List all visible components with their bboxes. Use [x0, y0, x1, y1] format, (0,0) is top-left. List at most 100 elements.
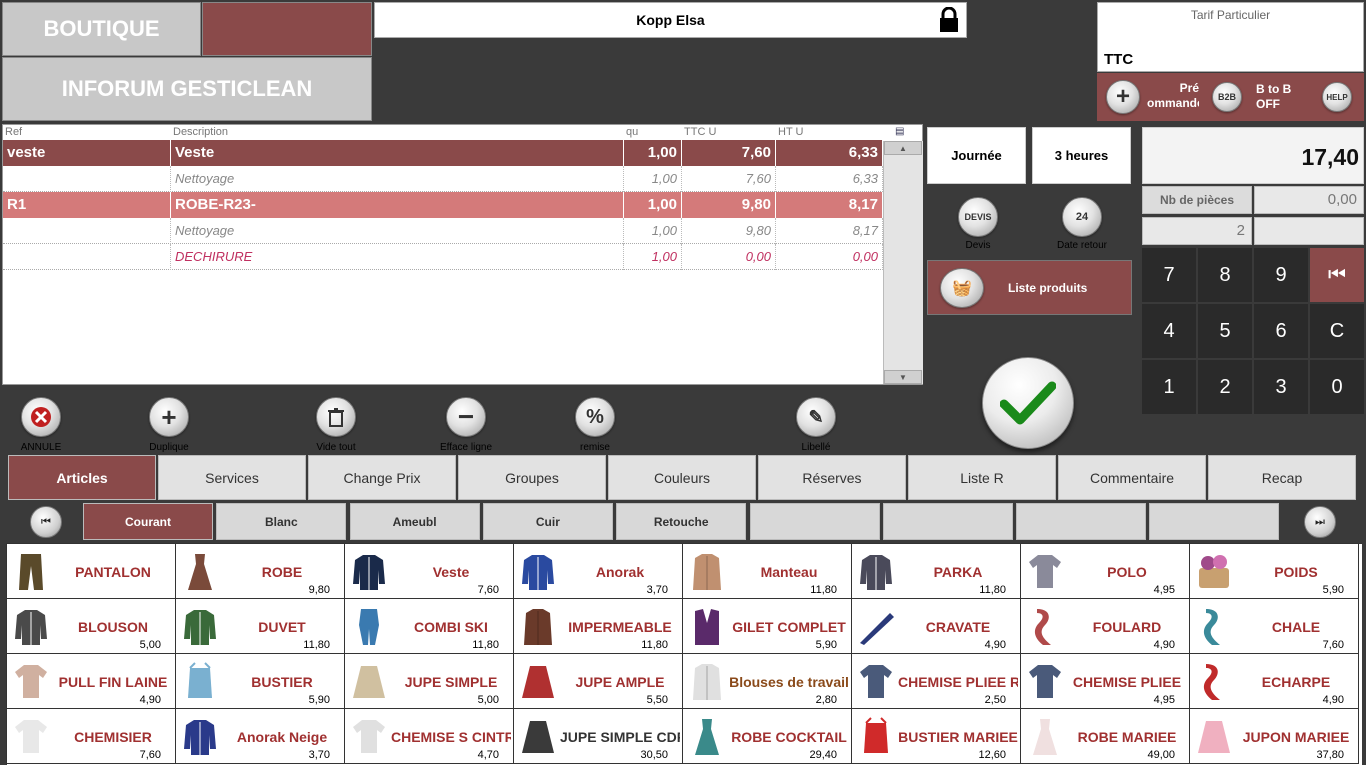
product-tile[interactable]: JUPE SIMPLE 5,00 [345, 654, 514, 709]
company-button[interactable]: INFORUM GESTICLEAN [2, 57, 372, 121]
tab-commentaire[interactable]: Commentaire [1058, 455, 1206, 500]
product-tile[interactable]: POIDS 5,90 [1190, 544, 1359, 599]
product-tile[interactable]: CHEMISE S CINTRE 4,70 [345, 709, 514, 764]
tarif-panel[interactable]: Tarif Particulier TTC [1097, 2, 1364, 72]
journee-button[interactable]: Journée [927, 127, 1026, 184]
tab-services[interactable]: Services [158, 455, 306, 500]
subtab-empty-6[interactable] [882, 503, 1013, 540]
pre-commande-label[interactable]: Pré ommande [1147, 81, 1199, 111]
order-row[interactable]: R1 ROBE-R23- 1,00 9,80 8,17 [3, 192, 883, 218]
help-icon[interactable]: HELP [1322, 82, 1352, 112]
key-9[interactable]: 9 [1254, 248, 1308, 302]
last-page-icon[interactable]: ⏭ [1304, 506, 1336, 538]
subtab-empty-5[interactable] [749, 503, 880, 540]
key-6[interactable]: 6 [1254, 304, 1308, 358]
product-tile[interactable]: BUSTIER 5,90 [176, 654, 345, 709]
annule-icon[interactable] [21, 397, 61, 437]
product-tile[interactable]: Blouses de travail 2,80 [683, 654, 852, 709]
subtab-ameubl[interactable]: Ameubl [349, 503, 480, 540]
product-tile[interactable]: CHEMISIER 7,60 [7, 709, 176, 764]
product-tile[interactable]: IMPERMEABLE 11,80 [514, 599, 683, 654]
tab-recap[interactable]: Recap [1208, 455, 1356, 500]
product-tile[interactable]: JUPON MARIEE 37,80 [1190, 709, 1359, 764]
key-1[interactable]: 1 [1142, 360, 1196, 414]
tab-groupes[interactable]: Groupes [458, 455, 606, 500]
product-tile[interactable]: ROBE COCKTAIL 29,40 [683, 709, 852, 764]
scroll-down-icon[interactable]: ▼ [884, 370, 922, 384]
product-tile[interactable]: JUPE SIMPLE CDF 30,50 [514, 709, 683, 764]
order-row[interactable]: DECHIRURE 1,00 0,00 0,00 [3, 244, 883, 270]
tab-liste-r[interactable]: Liste R [908, 455, 1056, 500]
product-tile[interactable]: JUPE AMPLE 5,50 [514, 654, 683, 709]
calendar-icon[interactable]: 24 [1062, 197, 1102, 237]
company-label: INFORUM GESTICLEAN [61, 76, 313, 101]
order-row[interactable]: Nettoyage 1,00 7,60 6,33 [3, 166, 883, 192]
product-tile[interactable]: FOULARD 4,90 [1021, 599, 1190, 654]
product-tile[interactable]: DUVET 11,80 [176, 599, 345, 654]
product-tile[interactable]: COMBI SKI 11,80 [345, 599, 514, 654]
nb-pieces-value[interactable]: 0,00 [1254, 186, 1364, 214]
percent-icon[interactable]: % [575, 397, 615, 437]
product-tile[interactable]: CHEMISE PLIEE 4,95 [1021, 654, 1190, 709]
tab-change-prix[interactable]: Change Prix [308, 455, 456, 500]
product-tile[interactable]: BLOUSON 5,00 [7, 599, 176, 654]
scroll-up-icon[interactable]: ▲ [884, 141, 922, 155]
devis-icon[interactable]: DEVIS [958, 197, 998, 237]
subtab-retouche[interactable]: Retouche [616, 503, 747, 540]
tab-r-serves[interactable]: Réserves [758, 455, 906, 500]
product-tile[interactable]: BUSTIER MARIEE 12,60 [852, 709, 1021, 764]
liste-produits-button[interactable]: 🧺 Liste produits [927, 260, 1132, 315]
client-name-field[interactable]: Kopp Elsa [374, 2, 967, 38]
product-tile[interactable]: CHALE 7,60 [1190, 599, 1359, 654]
product-tile[interactable]: GILET COMPLET 5,90 [683, 599, 852, 654]
row-ttc: 7,60 [682, 140, 776, 166]
validate-button[interactable] [982, 357, 1074, 449]
product-tile[interactable]: CHEMISE PLIEE RS 2,50 [852, 654, 1021, 709]
subtab-cuir[interactable]: Cuir [482, 503, 613, 540]
lock-icon[interactable] [938, 6, 960, 33]
product-tile[interactable]: PARKA 11,80 [852, 544, 1021, 599]
backspace-key[interactable]: ⏮ [1310, 248, 1364, 302]
subtab-courant[interactable]: Courant [83, 503, 213, 540]
product-tile[interactable]: Anorak 3,70 [514, 544, 683, 599]
key-5[interactable]: 5 [1198, 304, 1252, 358]
trash-icon[interactable] [316, 397, 356, 437]
subtab-empty-8[interactable] [1149, 503, 1280, 540]
plus-icon[interactable]: + [1106, 80, 1140, 114]
b2b-icon[interactable]: B2B [1212, 82, 1242, 112]
key-8[interactable]: 8 [1198, 248, 1252, 302]
product-tile[interactable]: POLO 4,95 [1021, 544, 1190, 599]
key-0[interactable]: 0 [1310, 360, 1364, 414]
key-3[interactable]: 3 [1254, 360, 1308, 414]
product-tile[interactable]: Veste 7,60 [345, 544, 514, 599]
order-row[interactable]: Nettoyage 1,00 9,80 8,17 [3, 218, 883, 244]
product-tile[interactable]: ECHARPE 4,90 [1190, 654, 1359, 709]
minus-icon[interactable]: − [446, 397, 486, 437]
boutique-button[interactable]: BOUTIQUE [2, 2, 201, 56]
subtab-blanc[interactable]: Blanc [216, 503, 347, 540]
product-tile[interactable]: ROBE MARIEE 49,00 [1021, 709, 1190, 764]
secondary-input[interactable] [1254, 217, 1364, 245]
subtab-empty-7[interactable] [1016, 503, 1147, 540]
grid-options-icon[interactable]: ▤ [895, 126, 909, 139]
quantity-input[interactable]: 2 [1142, 217, 1252, 245]
b2b-label[interactable]: B to B OFF [1256, 82, 1291, 112]
product-tile[interactable]: Anorak Neige 3,70 [176, 709, 345, 764]
duplique-icon[interactable]: + [149, 397, 189, 437]
key-C[interactable]: C [1310, 304, 1364, 358]
key-2[interactable]: 2 [1198, 360, 1252, 414]
trois-heures-button[interactable]: 3 heures [1032, 127, 1131, 184]
product-tile[interactable]: ROBE 9,80 [176, 544, 345, 599]
product-tile[interactable]: PULL FIN LAINE 4,90 [7, 654, 176, 709]
tab-couleurs[interactable]: Couleurs [608, 455, 756, 500]
key-4[interactable]: 4 [1142, 304, 1196, 358]
product-tile[interactable]: CRAVATE 4,90 [852, 599, 1021, 654]
product-tile[interactable]: Manteau 11,80 [683, 544, 852, 599]
order-row[interactable]: veste Veste 1,00 7,60 6,33 [3, 140, 883, 166]
product-tile[interactable]: PANTALON [7, 544, 176, 599]
first-page-icon[interactable]: ⏮ [30, 506, 62, 538]
key-7[interactable]: 7 [1142, 248, 1196, 302]
pencil-icon[interactable]: ✎ [796, 397, 836, 437]
tab-articles[interactable]: Articles [8, 455, 156, 500]
grid-scrollbar[interactable]: ▲ ▼ [883, 141, 923, 384]
